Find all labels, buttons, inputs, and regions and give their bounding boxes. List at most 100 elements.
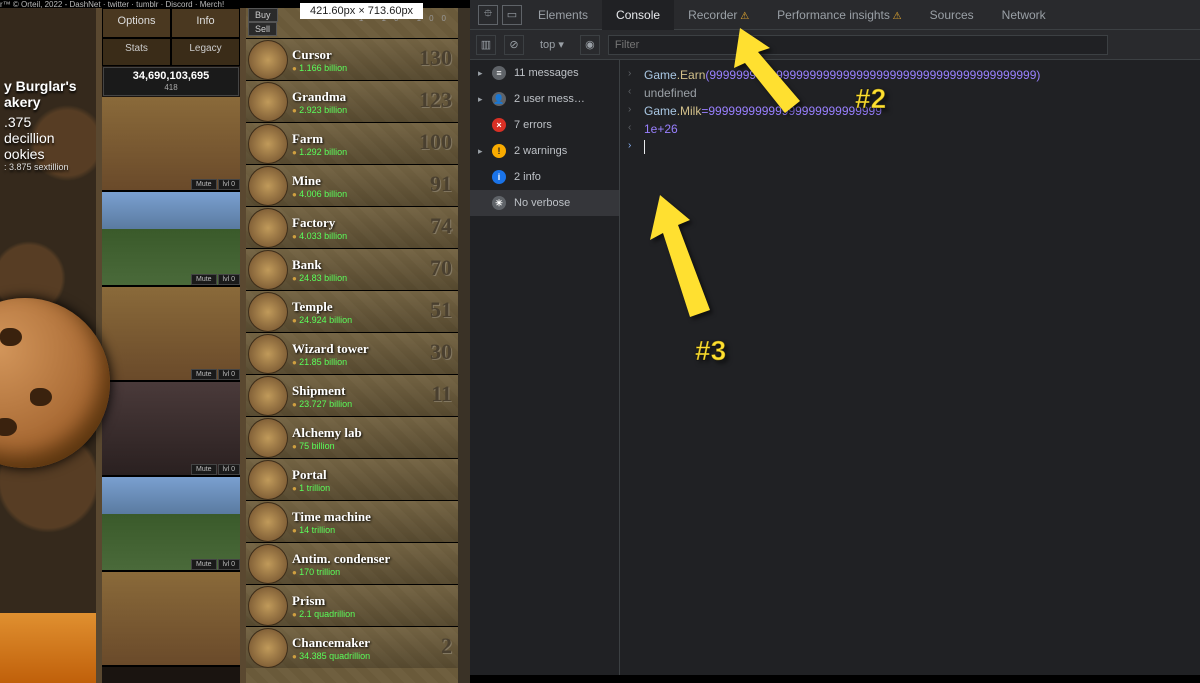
product-name: Portal [292, 467, 330, 483]
bakery-name-2: akery [4, 94, 92, 110]
info-button[interactable]: Info [171, 8, 240, 38]
product-price: 1 trillion [292, 483, 330, 493]
building-view-2[interactable]: Mutelvl 0 [102, 192, 240, 287]
console-filter-input[interactable] [608, 35, 1108, 55]
product-owned: 70 [430, 255, 452, 281]
middle-panel: Options Info Stats Legacy 34,690,103,695… [96, 8, 246, 683]
clear-console-icon[interactable]: ⊘ [504, 35, 524, 55]
tab-recorder[interactable]: Recorder [674, 0, 763, 30]
side-info[interactable]: i2 info [470, 164, 619, 190]
product-name: Shipment [292, 383, 352, 399]
tab-network[interactable]: Network [988, 0, 1060, 30]
product-price: 14 trillion [292, 525, 371, 535]
tab-performance[interactable]: Performance insights [763, 0, 915, 30]
console-output[interactable]: ›Game.Earn(99999999999999999999999999999… [620, 60, 1200, 675]
product-price: 2.1 quadrillion [292, 609, 355, 619]
product-alchemy-lab[interactable]: Alchemy lab75 billion [246, 416, 458, 458]
inspect-icon[interactable]: ⯐ [478, 5, 498, 25]
building-view-5[interactable]: Mutelvl 0 [102, 477, 240, 572]
milk-band [0, 613, 96, 683]
product-antim-condenser[interactable]: Antim. condenser170 trillion [246, 542, 458, 584]
product-chancemaker[interactable]: Chancemaker34.385 quadrillion2 [246, 626, 458, 668]
device-icon[interactable]: ▭ [502, 5, 522, 25]
product-time-machine[interactable]: Time machine14 trillion [246, 500, 458, 542]
live-expression-icon[interactable]: ◉ [580, 35, 600, 55]
tab-console[interactable]: Console [602, 0, 674, 30]
product-owned: 11 [431, 381, 452, 407]
devtools-subbar: ▥ ⊘ top ◉ [470, 30, 1200, 60]
product-price: 21.85 billion [292, 357, 369, 367]
toggle-sidebar-icon[interactable]: ▥ [476, 35, 496, 55]
product-name: Time machine [292, 509, 371, 525]
product-icon [248, 124, 288, 164]
side-errors[interactable]: ×7 errors [470, 112, 619, 138]
options-button[interactable]: Options [102, 8, 171, 38]
cookie-count: .375 decillion ookies [4, 114, 92, 162]
building-view-4[interactable]: Mutelvl 0 [102, 382, 240, 477]
side-label: 11 messages [514, 67, 579, 79]
level-button[interactable]: lvl 0 [218, 274, 240, 285]
product-name: Temple [292, 299, 352, 315]
product-wizard-tower[interactable]: Wizard tower21.85 billion30 [246, 332, 458, 374]
product-owned: 51 [430, 297, 452, 323]
product-prism[interactable]: Prism2.1 quadrillion [246, 584, 458, 626]
product-cursor[interactable]: Cursor1.166 billion130 [246, 38, 458, 80]
side-label: 7 errors [514, 119, 552, 131]
product-grandma[interactable]: Grandma2.923 billion123 [246, 80, 458, 122]
product-shipment[interactable]: Shipment23.727 billion11 [246, 374, 458, 416]
context-dropdown[interactable]: top [532, 36, 572, 53]
legacy-button[interactable]: Legacy [171, 38, 240, 66]
heavenly-bar: 34,690,103,695 418 [103, 67, 239, 96]
product-owned: 100 [419, 129, 452, 155]
product-name: Grandma [292, 89, 347, 105]
buy-tab[interactable]: Buy [248, 8, 278, 22]
product-owned: 74 [430, 213, 452, 239]
product-temple[interactable]: Temple24.924 billion51 [246, 290, 458, 332]
mute-button[interactable]: Mute [191, 369, 217, 380]
console-line: ‹undefined [620, 84, 1200, 102]
side-messages[interactable]: ▸≡11 messages [470, 60, 619, 86]
cookie-panel: y Burglar's akery .375 decillion ookies … [0, 8, 96, 683]
mute-button[interactable]: Mute [191, 464, 217, 475]
product-name: Alchemy lab [292, 425, 362, 441]
mute-button[interactable]: Mute [191, 179, 217, 190]
console-sidebar: ▸≡11 messages ▸👤2 user mess… ×7 errors ▸… [470, 60, 620, 675]
bakery-name-1[interactable]: y Burglar's [4, 78, 92, 94]
level-button[interactable]: lvl 0 [218, 179, 240, 190]
level-button[interactable]: lvl 0 [218, 369, 240, 380]
product-farm[interactable]: Farm1.292 billion100 [246, 122, 458, 164]
product-price: 24.83 billion [292, 273, 347, 283]
console-line: ‹1e+26 [620, 120, 1200, 138]
product-owned: 91 [430, 171, 452, 197]
sell-tab[interactable]: Sell [248, 22, 277, 36]
level-button[interactable]: lvl 0 [218, 464, 240, 475]
side-label: 2 info [514, 171, 541, 183]
product-bank[interactable]: Bank24.83 billion 70 [246, 248, 458, 290]
side-verbose[interactable]: ✳No verbose [470, 190, 619, 216]
level-button[interactable]: lvl 0 [218, 559, 240, 570]
stats-button[interactable]: Stats [102, 38, 171, 66]
product-mine[interactable]: Mine4.006 billion91 [246, 164, 458, 206]
dimension-tooltip: 421.60px × 713.60px [300, 3, 423, 19]
product-name: Bank [292, 257, 347, 273]
console-prompt[interactable]: › [620, 138, 1200, 156]
devtools-tabs: ⯐ ▭ Elements Console Recorder Performanc… [470, 0, 1200, 30]
mute-button[interactable]: Mute [191, 559, 217, 570]
product-icon [248, 292, 288, 332]
side-user[interactable]: ▸👤2 user mess… [470, 86, 619, 112]
store-panel: Buy Sell 1 10 100 Cursor1.166 billion130… [246, 8, 458, 683]
building-view-3[interactable]: Mutelvl 0 [102, 287, 240, 382]
product-factory[interactable]: Factory4.033 billion74 [246, 206, 458, 248]
product-icon [248, 376, 288, 416]
side-warnings[interactable]: ▸!2 warnings [470, 138, 619, 164]
mute-button[interactable]: Mute [191, 274, 217, 285]
product-portal[interactable]: Portal1 trillion [246, 458, 458, 500]
product-icon [248, 418, 288, 458]
tab-sources[interactable]: Sources [916, 0, 988, 30]
tab-elements[interactable]: Elements [524, 0, 602, 30]
building-view-1[interactable]: Mutelvl 0 [102, 97, 240, 192]
side-label: No verbose [514, 197, 570, 209]
product-name: Mine [292, 173, 347, 189]
big-cookie[interactable] [0, 298, 110, 468]
building-view-6[interactable] [102, 572, 240, 667]
